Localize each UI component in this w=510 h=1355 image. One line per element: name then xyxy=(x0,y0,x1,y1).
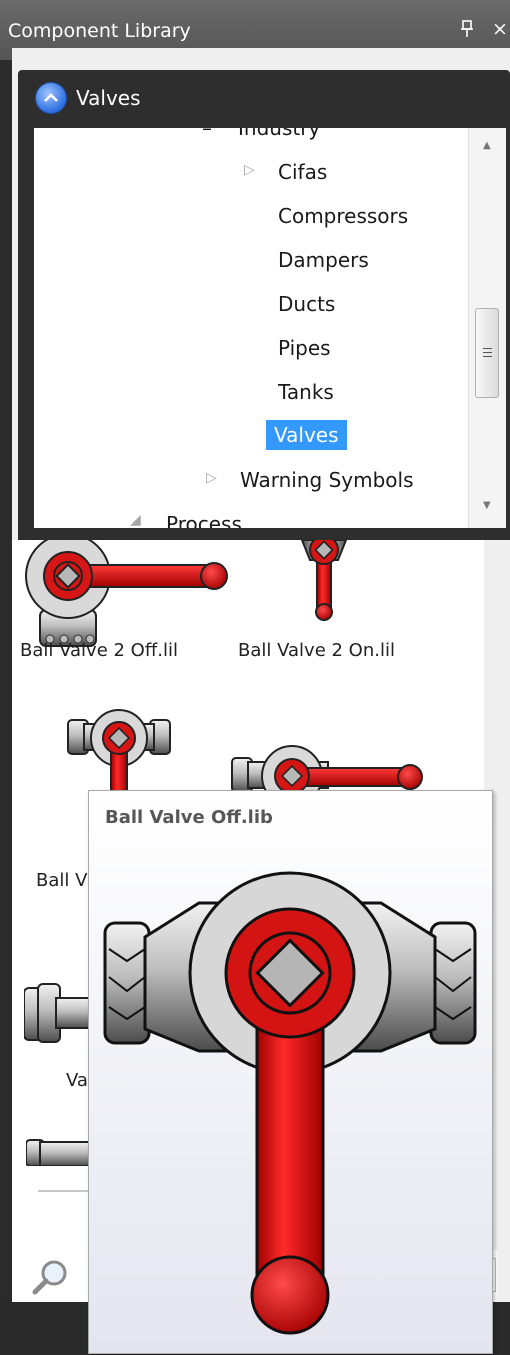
tree-item-industry[interactable]: Industry xyxy=(238,128,320,140)
pipe-icon[interactable] xyxy=(26,1132,96,1166)
tree-scroll-thumb[interactable] xyxy=(475,308,499,398)
scroll-down-arrow-icon[interactable]: ▼ xyxy=(483,500,491,511)
tree-item-pipes[interactable]: Pipes xyxy=(278,336,331,360)
category-header[interactable]: Valves xyxy=(18,70,510,128)
tooltip-title: Ball Valve Off.lib xyxy=(105,807,273,828)
tree-expand-icon[interactable]: ▷ xyxy=(244,162,255,178)
tree-item-cifas[interactable]: Cifas xyxy=(278,160,327,184)
close-icon[interactable]: × xyxy=(492,18,508,40)
tree-item-tanks[interactable]: Tanks xyxy=(278,380,334,404)
category-title: Valves xyxy=(76,86,141,110)
category-tree: – Industry ▷ Cifas Compressors Dampers D… xyxy=(34,128,506,528)
ball-valve-off-preview-icon xyxy=(103,871,477,1335)
component-label[interactable]: Ball Valve 2 Off.lil xyxy=(20,640,178,661)
tree-item-ducts[interactable]: Ducts xyxy=(278,292,335,316)
tree-item-compressors[interactable]: Compressors xyxy=(278,204,408,228)
component-preview-tooltip: Ball Valve Off.lib xyxy=(88,790,493,1354)
tree-collapse-icon[interactable]: ◢ xyxy=(130,512,141,528)
tree-item-process[interactable]: Process xyxy=(166,512,242,528)
chevron-up-icon[interactable] xyxy=(36,83,66,113)
panel-title: Component Library xyxy=(8,20,191,42)
component-label[interactable]: Ball Valve 2 On.lil xyxy=(238,640,395,661)
tree-item-dampers[interactable]: Dampers xyxy=(278,248,369,272)
ball-valve-2-on-icon[interactable] xyxy=(294,540,354,622)
ball-valve-2-off-icon[interactable] xyxy=(24,540,234,650)
component-label[interactable]: Ball V xyxy=(36,870,87,891)
search-icon[interactable] xyxy=(30,1258,70,1298)
tree-scrollbar[interactable]: ▲ ▼ xyxy=(468,128,506,528)
tree-item-valves-selected[interactable]: Valves xyxy=(266,420,347,450)
tree-expand-icon[interactable]: ▷ xyxy=(206,470,217,486)
tree-expander-collapse-icon[interactable]: – xyxy=(202,128,212,140)
scroll-up-arrow-icon[interactable]: ▲ xyxy=(483,140,491,151)
pin-icon[interactable] xyxy=(460,20,474,43)
component-label[interactable]: Va xyxy=(66,1070,88,1091)
tree-item-warning-symbols[interactable]: Warning Symbols xyxy=(240,468,414,492)
ball-valve-off-icon[interactable] xyxy=(64,708,174,798)
